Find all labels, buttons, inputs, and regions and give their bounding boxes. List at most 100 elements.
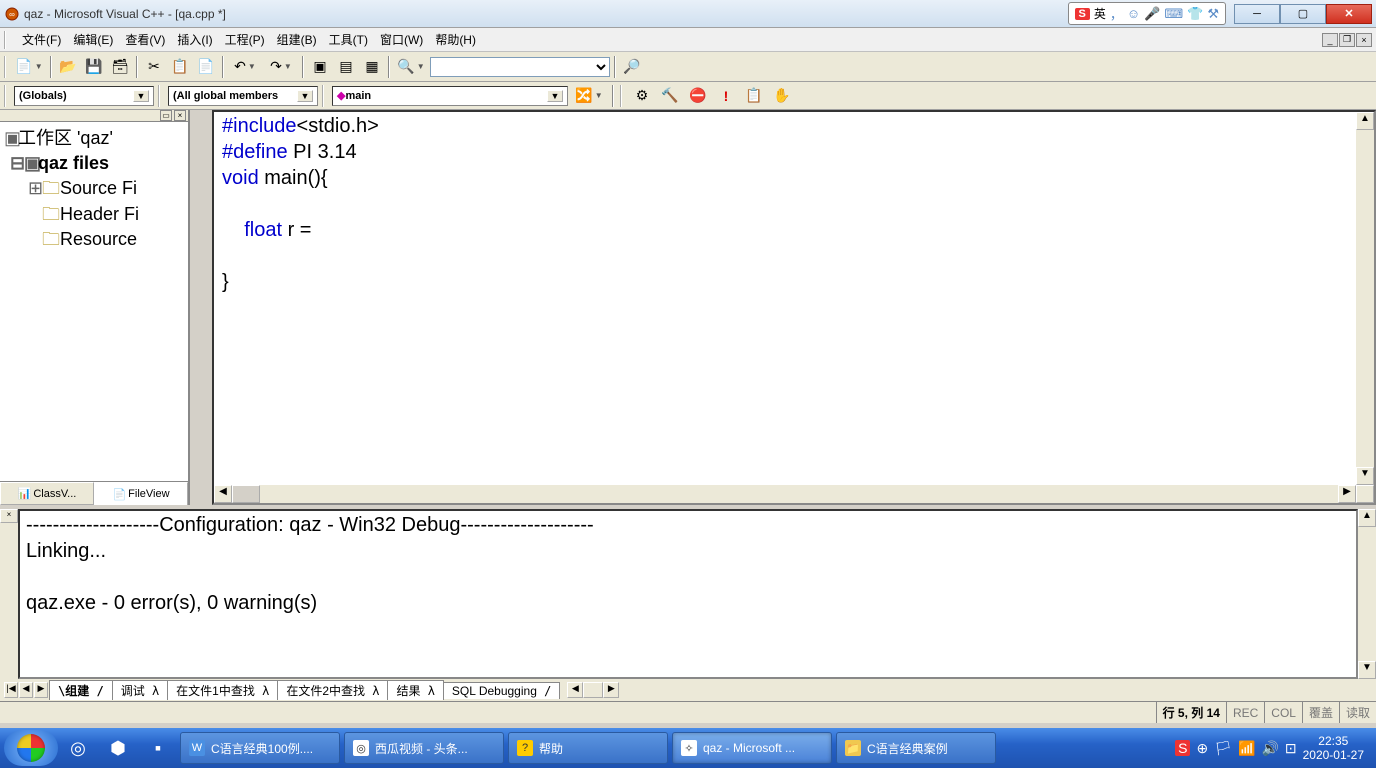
maximize-button[interactable]: ▢ xyxy=(1280,4,1326,24)
pinned-terminal-icon[interactable]: ▪ xyxy=(138,732,178,764)
members-combo[interactable]: (All global members▼ xyxy=(168,86,318,106)
scope-combo[interactable]: (Globals)▼ xyxy=(14,86,154,106)
mdi-close-button[interactable]: × xyxy=(1356,33,1372,47)
task-item[interactable]: ◎西瓜视频 - 头条... xyxy=(344,732,504,764)
tab-classview[interactable]: 📊ClassV... xyxy=(0,482,94,505)
output-tab-find2[interactable]: 在文件2中查找 λ xyxy=(277,680,388,700)
menu-build[interactable]: 组建(B) xyxy=(271,29,323,50)
output-icon[interactable]: ▤ xyxy=(334,55,358,79)
tab-fileview[interactable]: 📄FileView xyxy=(94,482,188,505)
scroll-up-button[interactable]: ▲ xyxy=(1358,509,1376,527)
scroll-up-button[interactable]: ▲ xyxy=(1356,112,1374,130)
tree-source-folder[interactable]: ⊞🗀Source Fi xyxy=(4,176,184,201)
tray-sogou-icon[interactable]: S xyxy=(1175,740,1190,756)
redo-button[interactable]: ↷▼ xyxy=(264,55,298,79)
menu-tools[interactable]: 工具(T) xyxy=(323,29,374,50)
panel-close-icon[interactable]: × xyxy=(174,110,186,121)
pinned-chrome-icon[interactable]: ◎ xyxy=(58,732,98,764)
go-button[interactable]: 📋 xyxy=(742,84,766,108)
toolbar-grip[interactable] xyxy=(322,85,328,107)
tree-resource-folder[interactable]: 🗀Resource xyxy=(4,227,184,252)
toolbar-grip[interactable] xyxy=(4,85,10,107)
open-button[interactable]: 📂 xyxy=(56,55,80,79)
task-item[interactable]: WC语言经典100例.... xyxy=(180,732,340,764)
paste-button[interactable]: 📄 xyxy=(194,55,218,79)
mdi-restore-button[interactable]: ❐ xyxy=(1339,33,1355,47)
stop-build-button[interactable]: ⛔ xyxy=(686,84,710,108)
workspace-icon[interactable]: ▣ xyxy=(308,55,332,79)
tab-prev-button[interactable]: ◀ xyxy=(19,682,33,698)
ime-bar[interactable]: S 英 ， ☺ 🎤 ⌨ 👕 ⚒ xyxy=(1068,2,1226,25)
pinned-nox-icon[interactable]: ⬢ xyxy=(98,732,138,764)
tab-first-button[interactable]: |◀ xyxy=(4,682,18,698)
tray-icon[interactable]: ⊡ xyxy=(1285,740,1297,757)
task-item[interactable]: ?帮助 xyxy=(508,732,668,764)
splitter[interactable] xyxy=(190,110,212,505)
build-button[interactable]: 🔨 xyxy=(658,84,682,108)
tray-volume-icon[interactable]: 🔊 xyxy=(1261,740,1278,757)
output-text[interactable]: --------------------Configuration: qaz -… xyxy=(18,509,1358,679)
goto-button[interactable]: 🔀▼ xyxy=(572,84,606,108)
scroll-left-button[interactable]: ◀ xyxy=(567,682,583,698)
output-tab-debug[interactable]: 调试 λ xyxy=(112,680,168,700)
close-button[interactable]: ✕ xyxy=(1326,4,1372,24)
tab-next-button[interactable]: ▶ xyxy=(34,682,48,698)
execute-button[interactable]: ! xyxy=(714,84,738,108)
scroll-right-button[interactable]: ▶ xyxy=(603,682,619,698)
panel-close-icon[interactable]: × xyxy=(0,509,18,523)
tray-flag-icon[interactable]: 🏳 xyxy=(1214,740,1232,757)
scroll-right-button[interactable]: ▶ xyxy=(1338,485,1356,503)
toolbar-grip[interactable] xyxy=(620,85,626,107)
save-button[interactable]: 💾 xyxy=(82,55,106,79)
new-button[interactable]: 📄▼ xyxy=(12,55,46,79)
workspace-tree[interactable]: ▣工作区 'qaz' ⊟▣qaz files ⊞🗀Source Fi 🗀Head… xyxy=(0,122,188,481)
tray-icon[interactable]: ⊕ xyxy=(1196,740,1208,757)
taskbar-clock[interactable]: 22:35 2020-01-27 xyxy=(1303,734,1364,763)
output-tab-results[interactable]: 结果 λ xyxy=(387,680,443,700)
scroll-thumb[interactable] xyxy=(232,485,260,503)
menu-insert[interactable]: 插入(I) xyxy=(171,29,218,50)
editor-vscrollbar[interactable]: ▲ ▼ xyxy=(1356,112,1374,485)
tree-workspace-root[interactable]: ▣工作区 'qaz' xyxy=(4,126,184,151)
ime-skin-icon: 👕 xyxy=(1187,6,1203,22)
panel-pin-icon[interactable]: ▭ xyxy=(160,110,172,121)
editor-hscrollbar[interactable]: ◀ ▶ xyxy=(214,485,1374,503)
toolbar-grip[interactable] xyxy=(158,85,164,107)
task-item[interactable]: ✧qaz - Microsoft ... xyxy=(672,732,832,764)
scroll-down-button[interactable]: ▼ xyxy=(1358,661,1376,679)
start-button[interactable] xyxy=(4,730,58,766)
tray-network-icon[interactable]: 📶 xyxy=(1238,740,1255,757)
menu-help[interactable]: 帮助(H) xyxy=(429,29,482,50)
breakpoint-button[interactable]: ✋ xyxy=(770,84,794,108)
find-combo[interactable] xyxy=(430,57,610,77)
code-editor[interactable]: #include<stdio.h> #define PI 3.14 void m… xyxy=(214,112,1356,485)
menu-edit[interactable]: 编辑(E) xyxy=(67,29,119,50)
scroll-left-button[interactable]: ◀ xyxy=(214,485,232,503)
output-tab-find1[interactable]: 在文件1中查找 λ xyxy=(167,680,278,700)
toolbar-grip[interactable] xyxy=(4,31,12,49)
find-in-files-button[interactable]: 🔍▼ xyxy=(394,55,428,79)
copy-button[interactable]: 📋 xyxy=(168,55,192,79)
minimize-button[interactable]: ─ xyxy=(1234,4,1280,24)
mdi-minimize-button[interactable]: _ xyxy=(1322,33,1338,47)
cut-button[interactable]: ✂ xyxy=(142,55,166,79)
task-item[interactable]: 📁C语言经典案例 xyxy=(836,732,996,764)
menu-file[interactable]: 文件(F) xyxy=(16,29,67,50)
output-vscrollbar[interactable]: ▲ ▼ xyxy=(1358,509,1376,679)
function-combo[interactable]: ◆ main▼ xyxy=(332,86,568,106)
compile-button[interactable]: ⚙ xyxy=(630,84,654,108)
scroll-thumb[interactable] xyxy=(583,682,603,698)
window-list-icon[interactable]: ▦ xyxy=(360,55,384,79)
output-tab-sql[interactable]: SQL Debugging / xyxy=(443,682,560,699)
tree-header-folder[interactable]: 🗀Header Fi xyxy=(4,202,184,227)
output-tab-build[interactable]: \组建 / xyxy=(49,680,113,700)
menu-project[interactable]: 工程(P) xyxy=(219,29,271,50)
menu-view[interactable]: 查看(V) xyxy=(119,29,171,50)
menu-window[interactable]: 窗口(W) xyxy=(374,29,429,50)
toolbar-grip[interactable] xyxy=(4,56,10,78)
scroll-down-button[interactable]: ▼ xyxy=(1356,467,1374,485)
undo-button[interactable]: ↶▼ xyxy=(228,55,262,79)
tree-project[interactable]: ⊟▣qaz files xyxy=(4,151,184,176)
save-all-button[interactable]: 🗃 xyxy=(108,55,132,79)
find-button[interactable]: 🔎 xyxy=(620,55,644,79)
